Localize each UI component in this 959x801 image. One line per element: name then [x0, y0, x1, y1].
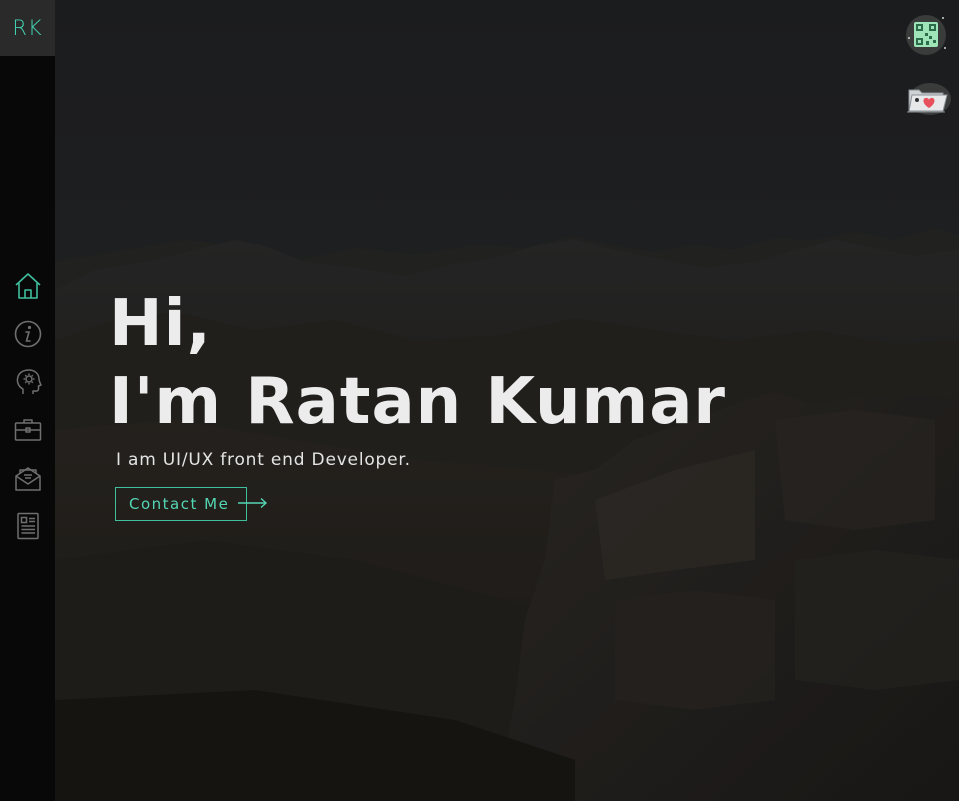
hero-section: Hi, I'm Ratan Kumar I am UI/UX front end…: [55, 0, 959, 801]
arrow-right-icon: [238, 497, 268, 509]
folder-heart-icon: [907, 83, 951, 115]
hero-name: I'm Ratan Kumar: [109, 365, 726, 439]
home-icon: [14, 273, 41, 299]
sidebar-item-skills[interactable]: [0, 358, 55, 406]
head-gear-icon: [16, 369, 42, 394]
hero-greeting: Hi,: [109, 287, 212, 361]
sidebar-nav: [0, 262, 55, 550]
folder-button[interactable]: [903, 78, 953, 118]
qr-code-icon: [906, 15, 946, 55]
sidebar-item-about[interactable]: [0, 310, 55, 358]
hero-subtitle: I am UI/UX front end Developer.: [116, 450, 411, 470]
sidebar-item-contact[interactable]: [0, 454, 55, 502]
sidebar-item-work[interactable]: [0, 406, 55, 454]
qr-code-button[interactable]: [903, 12, 949, 58]
contact-me-button[interactable]: Contact Me: [115, 487, 247, 521]
document-icon: [16, 512, 39, 540]
mail-stack-icon: [14, 467, 41, 491]
logo[interactable]: RK: [0, 0, 55, 56]
sidebar-item-resume[interactable]: [0, 502, 55, 550]
logo-text[interactable]: RK: [12, 16, 42, 40]
sidebar: RK: [0, 0, 55, 801]
briefcase-icon: [14, 419, 41, 441]
info-icon: [14, 320, 41, 348]
sidebar-item-home[interactable]: [0, 262, 55, 310]
